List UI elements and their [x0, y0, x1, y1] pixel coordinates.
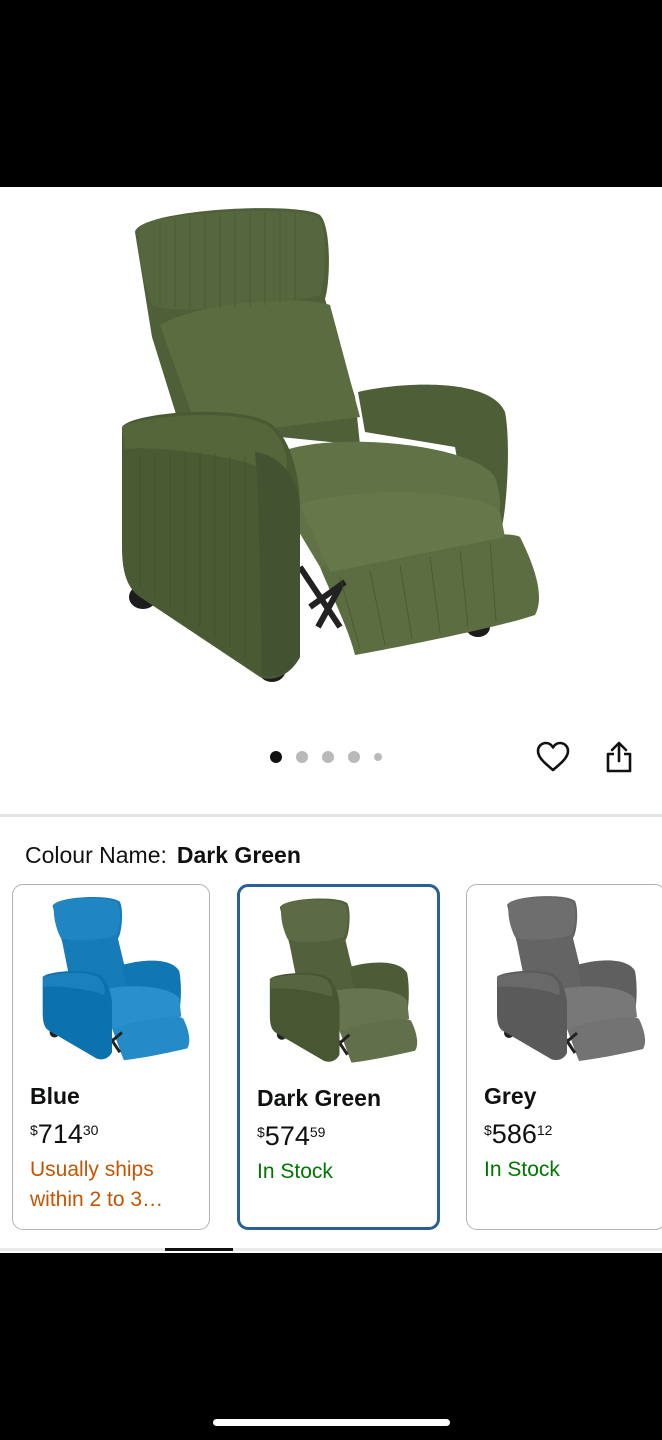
price-currency: $ [257, 1124, 265, 1140]
status-bar-area [0, 0, 662, 187]
price-fraction: 30 [82, 1122, 99, 1138]
swatch-scroll-track[interactable] [0, 1248, 662, 1251]
swatch-name: Dark Green [257, 1085, 382, 1111]
price-currency: $ [30, 1122, 38, 1138]
colour-name-label: Colour Name: [25, 842, 167, 868]
colour-swatch-list[interactable]: Blue $71430 Usually ships within 2 to 3…… [0, 884, 662, 1234]
swatch-card-blue[interactable]: Blue $71430 Usually ships within 2 to 3… [12, 884, 210, 1230]
price-fraction: 12 [536, 1122, 553, 1138]
swatch-card-dark-green[interactable]: Dark Green $57459 In Stock [237, 884, 440, 1230]
swatch-name: Blue [30, 1083, 80, 1109]
availability-text: Usually ships within 2 to 3… [30, 1158, 164, 1211]
swatch-price: $58612 [484, 1119, 552, 1150]
swatch-card-grey[interactable]: Grey $58612 In Stock [466, 884, 662, 1230]
swatch-name: Grey [484, 1083, 537, 1109]
availability-text: In Stock [484, 1158, 560, 1181]
bottom-black-area [0, 1253, 662, 1440]
heart-icon[interactable] [535, 737, 571, 777]
price-whole: 574 [264, 1121, 310, 1151]
swatch-thumbnail [269, 898, 418, 1063]
swatch-thumbnail [42, 896, 190, 1061]
swatch-thumbnail [497, 896, 646, 1061]
product-detail-panel: Colour Name: Dark Green Blue $71430 Usual… [0, 187, 662, 1253]
swatch-price: $57459 [257, 1121, 325, 1152]
price-whole: 586 [491, 1119, 537, 1149]
swatch-scroll-thumb[interactable] [165, 1248, 233, 1251]
carousel-dot[interactable] [322, 751, 334, 763]
price-whole: 714 [37, 1119, 83, 1149]
image-carousel-indicator[interactable] [270, 750, 396, 764]
swatch-price: $71430 [30, 1119, 98, 1150]
product-image[interactable] [0, 187, 662, 727]
home-indicator[interactable] [213, 1419, 450, 1426]
colour-name-value: Dark Green [176, 842, 301, 868]
carousel-dot[interactable] [296, 751, 308, 763]
carousel-dot[interactable] [348, 751, 360, 763]
recliner-chair-image [122, 208, 540, 682]
price-currency: $ [484, 1122, 492, 1138]
share-icon[interactable] [601, 737, 637, 777]
price-fraction: 59 [309, 1124, 326, 1140]
carousel-dot[interactable] [374, 753, 382, 761]
carousel-dot[interactable] [270, 751, 282, 763]
section-divider [0, 814, 662, 817]
colour-name-row: Colour Name: Dark Green [25, 842, 301, 869]
availability-text: In Stock [257, 1160, 333, 1183]
